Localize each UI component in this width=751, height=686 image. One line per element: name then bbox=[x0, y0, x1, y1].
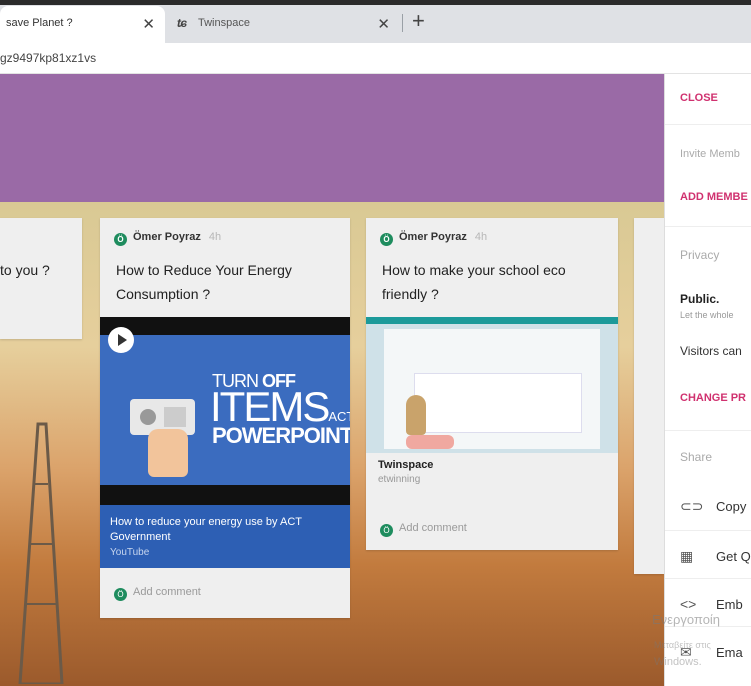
activation-watermark: Μεταβείτε στις bbox=[654, 640, 711, 650]
post-title: to you ? bbox=[0, 262, 50, 278]
qr-code-item[interactable]: ▦ Get Q bbox=[680, 548, 751, 565]
board-header-banner bbox=[0, 74, 664, 202]
visitor-permission: Visitors can bbox=[680, 344, 742, 358]
video-letterbox-top bbox=[100, 317, 350, 335]
change-privacy-button[interactable]: CHANGE PR bbox=[680, 392, 746, 404]
post-author: Ö Ömer Poyraz 4h bbox=[114, 231, 221, 246]
copy-link-label: Copy bbox=[716, 499, 747, 514]
divider bbox=[665, 578, 751, 579]
link-icon: ⊂⊃ bbox=[680, 498, 704, 514]
divider bbox=[665, 124, 751, 125]
add-comment-label: Add comment bbox=[133, 586, 201, 598]
link-preview[interactable]: How to reduce your energy use by ACT Gov… bbox=[100, 505, 350, 568]
avatar: Ö bbox=[114, 233, 127, 246]
code-icon: <> bbox=[680, 596, 697, 612]
avatar: Ö bbox=[114, 588, 127, 601]
tab-save-planet[interactable]: save Planet ? ✕ bbox=[0, 6, 165, 43]
link-source: YouTube bbox=[110, 547, 150, 558]
windmill-image bbox=[18, 422, 64, 684]
post-age: 4h bbox=[474, 231, 488, 243]
screenshot-header bbox=[366, 317, 618, 324]
avatar: Ö bbox=[380, 524, 393, 537]
browser-tab-bar: save Planet ? ✕ ʨ Twinspace ✕ + bbox=[0, 0, 751, 43]
divider bbox=[665, 226, 751, 227]
post-card[interactable] bbox=[634, 218, 664, 574]
post-age: 4h bbox=[208, 231, 222, 243]
twinspace-favicon-icon: ʨ bbox=[177, 16, 188, 30]
privacy-heading: Privacy bbox=[680, 248, 720, 262]
avatar: Ö bbox=[380, 233, 393, 246]
activation-watermark: Ενεργοποίη bbox=[652, 612, 721, 627]
close-tab-icon[interactable]: ✕ bbox=[377, 15, 390, 33]
add-comment-button[interactable]: Ö Add comment bbox=[380, 522, 467, 537]
invite-members-input[interactable]: Invite Memb bbox=[680, 148, 740, 160]
link-source: etwinning bbox=[378, 474, 421, 485]
window-top-edge bbox=[0, 0, 751, 5]
website-screenshot[interactable] bbox=[366, 317, 618, 453]
divider bbox=[665, 530, 751, 531]
thumbnail-text: POWERPOINT bbox=[212, 423, 350, 448]
privacy-level: Public. bbox=[680, 292, 720, 306]
video-thumbnail[interactable]: TURN OFF ITEMSACT POWERPOINT bbox=[100, 317, 350, 505]
post-card[interactable]: Ö Ömer Poyraz 4h How to make your school e… bbox=[366, 218, 618, 550]
author-name: Ömer Poyraz bbox=[399, 231, 467, 243]
video-letterbox-bottom bbox=[100, 485, 350, 505]
screenshot-panel bbox=[414, 373, 582, 433]
play-icon[interactable] bbox=[108, 327, 134, 353]
tab-separator bbox=[402, 14, 403, 32]
post-title: How to Reduce Your Energy Consumption ? bbox=[116, 262, 292, 302]
embed-label: Emb bbox=[716, 597, 743, 612]
link-title: How to reduce your energy use by ACT Gov… bbox=[110, 516, 302, 543]
email-label: Ema bbox=[716, 645, 743, 660]
padlet-board: to you ? Ö Ömer Poyraz 4h How to Reduce Yo… bbox=[0, 74, 664, 686]
author-name: Ömer Poyraz bbox=[133, 231, 201, 243]
qr-code-icon: ▦ bbox=[680, 548, 694, 564]
url-text: gz9497kp81xz1vs bbox=[0, 51, 97, 65]
embed-item[interactable]: <> Emb bbox=[680, 596, 743, 612]
post-card[interactable]: to you ? bbox=[0, 218, 82, 339]
tab-title: Twinspace bbox=[198, 17, 250, 29]
divider bbox=[665, 430, 751, 431]
close-button[interactable]: CLOSE bbox=[680, 92, 718, 104]
close-tab-icon[interactable]: ✕ bbox=[142, 15, 155, 33]
copy-link-item[interactable]: ⊂⊃ Copy bbox=[680, 498, 746, 515]
post-author: Ö Ömer Poyraz 4h bbox=[380, 231, 487, 246]
screenshot-figure bbox=[406, 435, 454, 449]
add-member-button[interactable]: ADD MEMBE bbox=[680, 191, 748, 203]
add-comment-button[interactable]: Ö Add comment bbox=[114, 586, 201, 601]
address-bar[interactable]: gz9497kp81xz1vs bbox=[0, 43, 751, 74]
screen: save Planet ? ✕ ʨ Twinspace ✕ + gz9497kp… bbox=[0, 0, 751, 686]
post-card[interactable]: Ö Ömer Poyraz 4h How to Reduce Your Energy… bbox=[100, 218, 350, 618]
qr-code-label: Get Q bbox=[716, 549, 751, 564]
activation-watermark: Windows. bbox=[654, 656, 702, 668]
add-comment-label: Add comment bbox=[399, 522, 467, 534]
privacy-description: Let the whole bbox=[680, 310, 734, 320]
tab-title: save Planet ? bbox=[6, 17, 73, 29]
share-panel: CLOSE Invite Memb ADD MEMBE Privacy Publ… bbox=[664, 74, 751, 686]
post-title: How to make your school eco friendly ? bbox=[382, 262, 566, 302]
link-title: Twinspace bbox=[378, 459, 434, 471]
finger-image bbox=[148, 429, 188, 477]
screenshot-figure bbox=[406, 395, 426, 435]
tab-twinspace[interactable]: ʨ Twinspace ✕ bbox=[166, 6, 400, 43]
share-heading: Share bbox=[680, 450, 713, 464]
new-tab-icon[interactable]: + bbox=[412, 8, 425, 34]
